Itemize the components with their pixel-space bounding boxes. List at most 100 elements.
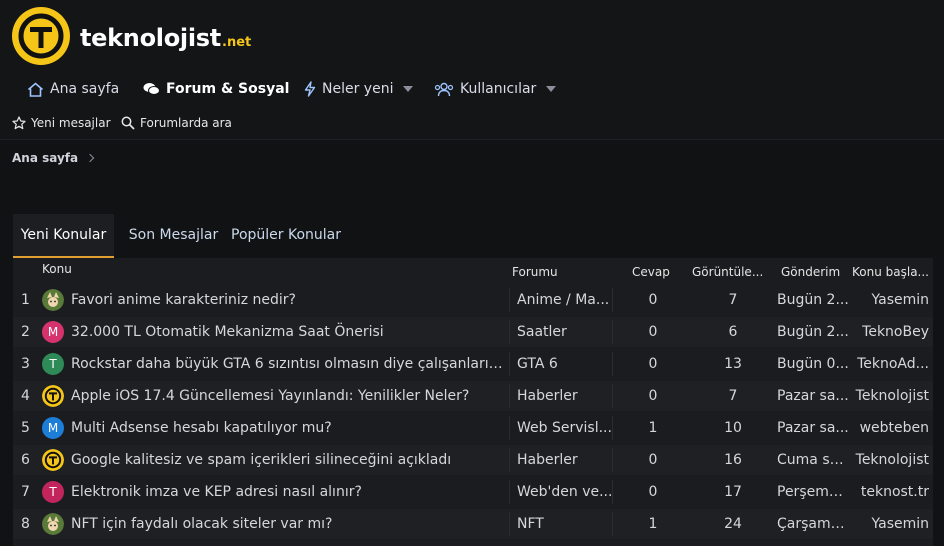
topic-starter[interactable]: Teknolojist [849,445,929,475]
column-separator [612,448,613,472]
table-row[interactable]: 3 T Rockstar daha büyük GTA 6 sızıntısı ol… [13,349,933,379]
topic-starter[interactable]: Yasemin [849,285,929,315]
table-row[interactable]: 6 Google kalitesiz ve spam içerikleri sil… [13,445,933,475]
reply-count: 0 [648,388,658,404]
row-number: 6 [21,452,30,468]
topic-title-link[interactable]: Apple iOS 17.4 Güncellemesi Yayınlandı: … [71,381,504,411]
reply-count: 1 [648,516,658,532]
nav-forum[interactable]: Forum & Sosyal [143,79,289,99]
avatar[interactable] [42,289,64,311]
topic-starter[interactable]: TeknoAd... [849,349,929,379]
avatar[interactable]: M [42,321,64,343]
tab-new-topics[interactable]: Yeni Konular [13,214,114,258]
header-topic[interactable]: Konu [42,262,72,276]
header-divider [0,139,944,140]
topic-title-link[interactable]: NFT için faydalı olacak siteler var mı? [71,509,504,539]
topic-starter[interactable]: Yasemin [849,509,929,539]
forum-link[interactable]: Haberler [517,381,613,411]
nav-forum-label: Forum & Sosyal [166,81,290,97]
chevron-down-icon[interactable] [546,86,557,92]
nav-home[interactable]: Ana sayfa [27,79,119,99]
topic-title-link[interactable]: Elektronik imza ve KEP adresi nasıl alın… [71,477,504,507]
subnav-search-forums[interactable]: Forumlarda ara [121,114,232,132]
row-number: 8 [21,516,30,532]
chevron-down-icon[interactable] [403,86,414,92]
avatar[interactable] [42,513,64,535]
nav-whats-new-label: Neler yeni [322,81,394,97]
topic-title-link[interactable]: Google kalitesiz ve spam içerikleri sili… [71,445,504,475]
sent-date: Cuma sa... [777,452,849,468]
topic-starter[interactable]: TeknoBey [849,317,929,347]
avatar[interactable] [42,449,64,471]
view-count: 24 [724,516,742,532]
sent-date: Perşemb... [777,484,849,500]
teknolojist-logo[interactable] [12,7,70,65]
forum-link[interactable]: Web'den ve... [517,477,613,507]
sent-date: Bugün 2... [777,324,849,340]
subnav-search-forums-label: Forumlarda ara [140,116,232,130]
bolt-icon [304,81,316,97]
sent-date: Pazar sa... [777,388,849,404]
avatar[interactable] [42,385,64,407]
forum-link[interactable]: Haberler [517,445,613,475]
topic-starter[interactable]: Teknolojist [849,381,929,411]
nav-users[interactable]: Kullanıcılar [434,79,557,99]
sent-date: Çarşamb... [777,516,849,532]
column-separator [612,512,613,536]
column-separator [612,288,613,312]
column-separator [612,352,613,376]
row-number: 4 [21,388,30,404]
chevron-right-icon [85,153,95,163]
nav-users-label: Kullanıcılar [460,81,537,97]
tab-latest-posts[interactable]: Son Mesajlar [125,214,222,258]
forum-link[interactable]: Anime / Ma... [517,285,613,315]
breadcrumb-home[interactable]: Ana sayfa [12,151,78,165]
column-separator [612,416,613,440]
header-replies[interactable]: Cevap [632,265,670,279]
reply-count: 0 [648,292,658,308]
header-sent[interactable]: Gönderim [781,265,840,279]
table-row[interactable]: 2 M 32.000 TL Otomatik Mekanizma Saat Öner… [13,317,933,347]
table-row[interactable]: 4 Apple iOS 17.4 Güncellemesi Yayınlandı:… [13,381,933,411]
reply-count: 1 [648,420,658,436]
view-count: 6 [728,324,738,340]
star-icon [12,116,26,130]
avatar[interactable]: M [42,417,64,439]
topic-title-link[interactable]: 32.000 TL Otomatik Mekanizma Saat Öneris… [71,317,504,347]
tab-popular-topics[interactable]: Popüler Konular [231,214,341,258]
header-forum[interactable]: Forumu [512,265,558,279]
header-views[interactable]: Görüntüle... [692,265,770,279]
avatar[interactable]: T [42,481,64,503]
topic-starter[interactable]: teknost.tr [849,477,929,507]
topic-title-link[interactable]: Rockstar daha büyük GTA 6 sızıntısı olma… [71,349,504,379]
column-separator [509,416,510,440]
table-row[interactable]: 1 Favori anime karakteriniz nedir? Anime /… [13,285,933,315]
brand-tld[interactable]: .net [222,35,251,50]
avatar[interactable]: T [42,353,64,375]
topic-tabs: Yeni Konular Son Mesajlar Popüler Konula… [13,214,933,258]
topic-title-link[interactable]: Multi Adsense hesabı kapatılıyor mu? [71,413,504,443]
topic-title-link[interactable]: Favori anime karakteriniz nedir? [71,285,504,315]
subnav-new-posts-label: Yeni mesajlar [31,116,111,130]
forum-link[interactable]: Saatler [517,317,613,347]
topic-starter[interactable]: webteben [849,413,929,443]
table-row[interactable]: 7 T Elektronik imza ve KEP adresi nasıl al… [13,477,933,507]
forum-link[interactable]: NFT [517,509,613,539]
table-row[interactable]: 5 M Multi Adsense hesabı kapatılıyor mu? We… [13,413,933,443]
reply-count: 0 [648,452,658,468]
subnav-new-posts[interactable]: Yeni mesajlar [12,114,111,132]
users-icon [434,82,454,96]
forum-link[interactable]: Web Servisl... [517,413,613,443]
column-separator [509,448,510,472]
nav-home-label: Ana sayfa [50,81,120,97]
row-number: 1 [21,292,30,308]
view-count: 13 [724,356,742,372]
sent-date: Pazar sa... [777,420,849,436]
header-starter[interactable]: Konu başla... [852,265,932,279]
nav-whats-new[interactable]: Neler yeni [304,79,414,99]
sent-date: Bugün 2... [777,292,849,308]
brand-name[interactable]: teknolojist [80,24,221,52]
forum-link[interactable]: GTA 6 [517,349,613,379]
table-row[interactable]: 8 NFT için faydalı olacak siteler var mı?… [13,509,933,539]
view-count: 7 [728,388,738,404]
